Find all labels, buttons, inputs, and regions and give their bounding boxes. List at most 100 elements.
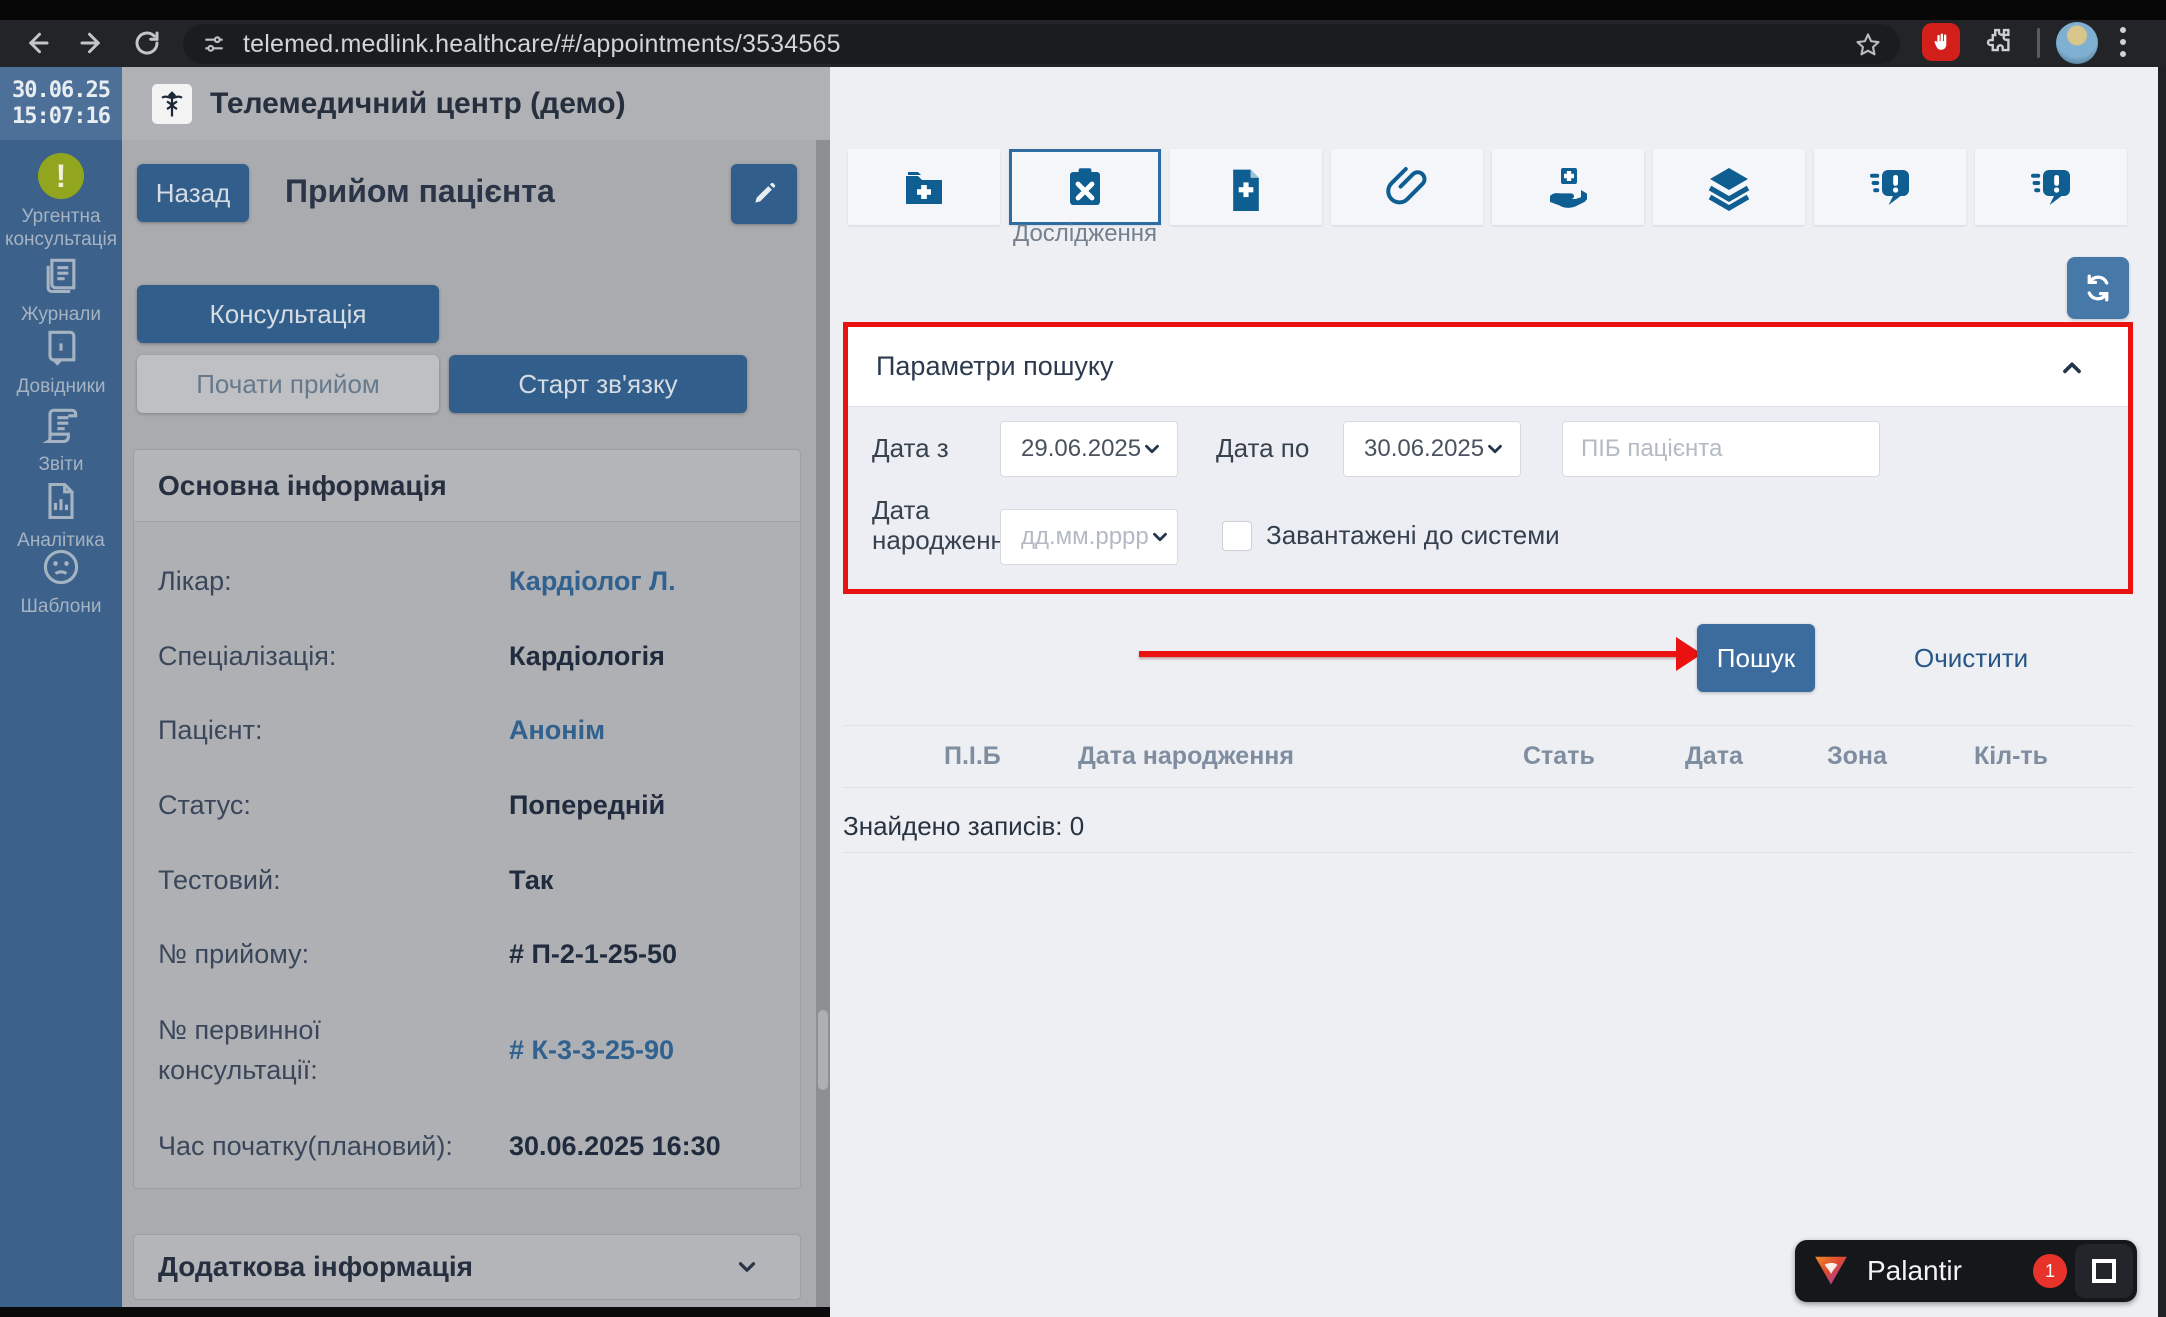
restore-window-icon[interactable]	[2075, 1244, 2133, 1298]
palantir-badge: 1	[2033, 1254, 2067, 1288]
hand-medical-icon	[1544, 163, 1592, 211]
browser-chrome: telemed.medlink.healthcare/#/appointment…	[0, 0, 2166, 67]
tab-attachments[interactable]	[1331, 149, 1483, 225]
sidebar: 30.06.25 15:07:16 ! Ургентна консультаці…	[0, 67, 122, 1317]
start-admission-button[interactable]: Почати прийом	[137, 355, 439, 413]
analytics-document-icon	[0, 479, 122, 523]
paperclip-icon	[1383, 163, 1431, 211]
app-title: Телемедичний центр (демо)	[210, 87, 626, 121]
sidebar-item-templates[interactable]: Шаблони	[0, 545, 122, 618]
chevron-down-icon	[1149, 526, 1171, 548]
sidebar-item-analytics[interactable]: Аналітика	[0, 479, 122, 552]
patient-name-input[interactable]	[1562, 421, 1880, 477]
journal-icon	[0, 253, 122, 297]
edit-button[interactable]	[731, 164, 797, 224]
birth-date-select[interactable]: дд.мм.рррр	[1000, 509, 1178, 565]
main-info-card-title: Основна інформація	[134, 450, 800, 522]
clear-button[interactable]: Очистити	[1914, 643, 2028, 674]
column-header-sex: Стать	[1523, 742, 1595, 771]
palantir-logo-icon	[1811, 1252, 1851, 1290]
patient-link[interactable]: Анонім	[509, 710, 605, 750]
window-bottom-edge	[0, 1307, 830, 1317]
scroll-icon	[0, 403, 122, 447]
column-header-birthdate: Дата народження	[1078, 742, 1294, 771]
page-title: Прийом пацієнта	[285, 173, 555, 210]
patient-panel: Назад Прийом пацієнта Консультація Почат…	[122, 140, 816, 1307]
chevron-up-icon[interactable]	[2058, 355, 2086, 383]
search-button[interactable]: Пошук	[1697, 624, 1815, 692]
workspace-panel: Дослідження Параметри пошуку Дата з 29.0…	[830, 67, 2158, 1317]
browser-profile-avatar[interactable]	[2056, 22, 2098, 64]
screen: telemed.medlink.healthcare/#/appointment…	[0, 0, 2166, 1317]
primary-consultation-link[interactable]: # К-3-3-25-90	[509, 1030, 674, 1070]
extensions-puzzle-icon[interactable]	[1982, 23, 2016, 57]
pencil-icon	[751, 181, 777, 207]
start-call-button[interactable]: Старт зв'язку	[449, 355, 747, 413]
left-panel-scrollbar-track[interactable]	[816, 140, 830, 1307]
url-text: telemed.medlink.healthcare/#/appointment…	[243, 30, 841, 59]
refresh-icon	[2083, 273, 2113, 303]
address-bar[interactable]: telemed.medlink.healthcare/#/appointment…	[183, 24, 1900, 64]
extra-info-card[interactable]: Додаткова інформація	[133, 1234, 801, 1300]
reference-book-icon	[0, 325, 122, 369]
toolbar-separator	[2037, 28, 2040, 58]
sidebar-clock: 30.06.25 15:07:16	[0, 67, 122, 140]
site-info-icon[interactable]	[201, 31, 227, 57]
comment-alert-icon	[1866, 163, 1914, 211]
layers-icon	[1705, 163, 1753, 211]
column-header-count: Кіл-ть	[1974, 742, 2048, 771]
uploaded-checkbox[interactable]	[1222, 521, 1252, 551]
main-info-card: Основна інформація Лікар: Кардіолог Л. С…	[133, 449, 801, 1189]
birth-date-label: Дата народження	[872, 495, 1012, 555]
date-from-label: Дата з	[872, 433, 949, 463]
uploaded-checkbox-label: Завантажені до системи	[1266, 520, 1560, 551]
face-icon	[0, 545, 122, 589]
palantir-widget[interactable]: Palantir 1	[1795, 1240, 2137, 1302]
search-panel-header[interactable]: Параметри пошуку	[848, 327, 2128, 407]
adblock-extension-icon[interactable]	[1922, 23, 1960, 61]
caduceus-icon	[152, 84, 192, 124]
browser-menu-icon[interactable]	[2120, 27, 2126, 57]
date-to-select[interactable]: 30.06.2025	[1343, 421, 1521, 477]
consultation-button[interactable]: Консультація	[137, 285, 439, 343]
clock-time: 15:07:16	[12, 104, 110, 130]
doctor-link[interactable]: Кардіолог Л.	[509, 561, 676, 601]
folder-plus-icon	[900, 163, 948, 211]
refresh-button[interactable]	[2067, 257, 2129, 319]
left-panel-scrollbar-thumb[interactable]	[818, 1010, 828, 1090]
tab-layers[interactable]	[1653, 149, 1805, 225]
browser-reload-icon[interactable]	[130, 26, 164, 60]
sidebar-item-reports[interactable]: Звіти	[0, 403, 122, 476]
tab-new-document[interactable]	[1170, 149, 1322, 225]
column-header-name: П.І.Б	[944, 742, 1001, 771]
file-plus-icon	[1224, 163, 1268, 211]
sidebar-item-journals[interactable]: Журнали	[0, 253, 122, 326]
window-right-edge	[2158, 67, 2166, 1317]
extra-info-card-title: Додаткова інформація	[158, 1251, 473, 1283]
browser-back-icon[interactable]	[20, 26, 54, 60]
results-table-header: П.І.Б Дата народження Стать Дата Зона Кі…	[843, 725, 2133, 788]
chevron-down-icon	[1141, 438, 1163, 460]
back-button[interactable]: Назад	[137, 164, 249, 222]
sidebar-item-urgent-consultation[interactable]: ! Ургентна консультація	[0, 153, 122, 251]
chevron-down-icon	[1484, 438, 1506, 460]
tab-medical-services[interactable]	[1492, 149, 1644, 225]
date-from-select[interactable]: 29.06.2025	[1000, 421, 1178, 477]
tab-research[interactable]	[1009, 149, 1161, 225]
search-panel-body: Дата з 29.06.2025 Дата по 30.06.2025 Дат…	[848, 407, 2128, 589]
column-header-zone: Зона	[1827, 742, 1887, 771]
comment-alert-icon	[2027, 163, 2075, 211]
chevron-down-icon	[734, 1254, 760, 1280]
tab-alerts-2[interactable]	[1975, 149, 2127, 225]
annotation-arrow	[1139, 651, 1684, 657]
search-parameters-panel: Параметри пошуку Дата з 29.06.2025 Дата …	[843, 322, 2133, 594]
palantir-name: Palantir	[1867, 1255, 1962, 1287]
clipboard-xray-icon	[1061, 163, 1109, 211]
sidebar-item-directories[interactable]: Довідники	[0, 325, 122, 398]
tab-medical-record[interactable]	[848, 149, 1000, 225]
results-summary: Знайдено записів: 0	[843, 811, 1084, 842]
urgent-alert-icon: !	[0, 153, 122, 199]
browser-forward-icon[interactable]	[75, 26, 109, 60]
bookmark-star-icon[interactable]	[1854, 31, 1882, 59]
tab-alerts-1[interactable]	[1814, 149, 1966, 225]
